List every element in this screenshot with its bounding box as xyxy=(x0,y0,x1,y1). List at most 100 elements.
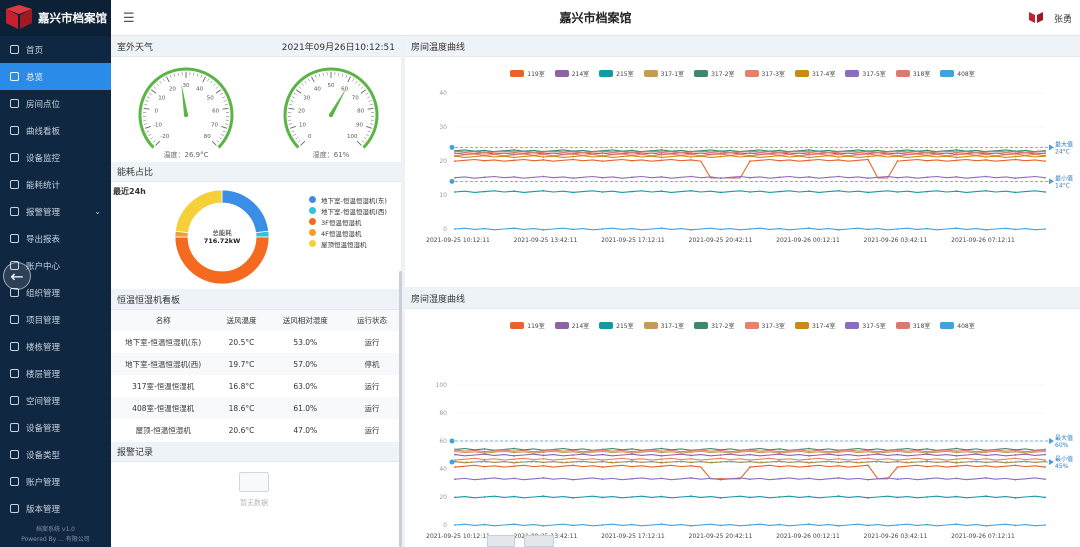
sidebar-item-0[interactable]: 首页 xyxy=(0,36,111,63)
series-point xyxy=(483,523,486,526)
sidebar-item-4[interactable]: 设备监控 xyxy=(0,144,111,171)
chart-legend-item[interactable]: 215室 xyxy=(599,69,634,78)
series-point xyxy=(513,465,515,468)
chart-legend-item[interactable]: 317-3室 xyxy=(744,321,785,330)
series-point xyxy=(454,152,456,155)
series-point xyxy=(572,457,574,460)
chart-legend-item[interactable]: 317-5室 xyxy=(845,321,886,330)
chart-legend-item[interactable]: 318室 xyxy=(895,69,930,78)
series-point xyxy=(808,465,810,468)
sidebar-item-13[interactable]: 空间管理 xyxy=(0,387,111,414)
sidebar-item-label: 组织管理 xyxy=(26,288,61,299)
y-tick-label: 30 xyxy=(439,124,447,131)
chart-legend-item[interactable]: 214室 xyxy=(554,69,589,78)
series-point xyxy=(572,464,574,467)
energy-legend-item[interactable]: 4F恒温恒湿机 xyxy=(309,227,387,238)
series-point xyxy=(837,153,840,156)
series-point xyxy=(660,151,663,154)
energy-legend-item[interactable]: 地下室-恒温恒湿机(西) xyxy=(309,205,387,216)
board-cell: 53.0% xyxy=(267,331,343,353)
series-point xyxy=(867,478,869,481)
chart-legend-item[interactable]: 317-2室 xyxy=(694,321,735,330)
gauge-hub xyxy=(183,112,189,118)
pager-next-button[interactable] xyxy=(524,535,554,547)
series-point xyxy=(660,227,663,230)
series-point xyxy=(454,155,456,158)
sidebar-item-10[interactable]: 项目管理 xyxy=(0,306,111,333)
series-point xyxy=(601,150,604,153)
energy-period: 最近24h xyxy=(113,187,146,196)
gauge-tick xyxy=(301,83,304,87)
chart-legend-item[interactable]: 317-4室 xyxy=(794,69,835,78)
chart-legend-item[interactable]: 317-3室 xyxy=(744,69,785,78)
series-point xyxy=(601,176,604,179)
chart-legend-item[interactable]: 215室 xyxy=(599,321,634,330)
left-scrollbar[interactable] xyxy=(399,271,402,547)
series-point xyxy=(601,466,604,468)
legend-swatch-icon xyxy=(554,322,569,329)
series-point xyxy=(1044,496,1046,499)
sidebar-item-17[interactable]: 版本管理 xyxy=(0,495,111,522)
chart-legend-item[interactable]: 317-4室 xyxy=(794,321,835,330)
table-row[interactable]: 地下室-恒温恒湿机(西) 19.7°C 57.0% 停机 xyxy=(111,353,401,375)
sidebar-item-5[interactable]: 能耗统计 xyxy=(0,171,111,198)
empty-box-icon xyxy=(239,472,269,492)
table-row[interactable]: 屋顶-恒温恒湿机 20.6°C 47.0% 运行 xyxy=(111,419,401,441)
series-point xyxy=(483,190,486,193)
series-point xyxy=(690,175,692,178)
series-point xyxy=(542,457,545,460)
series-point xyxy=(719,478,722,481)
table-row[interactable]: 地下室-恒温恒湿机(东) 20.5°C 53.0% 运行 xyxy=(111,331,401,353)
gauge-tick xyxy=(289,104,293,106)
series-point xyxy=(1044,176,1046,179)
gauge-tick-label: 60 xyxy=(341,86,348,92)
chart-legend-item[interactable]: 408室 xyxy=(940,69,975,78)
chart-legend-item[interactable]: 119室 xyxy=(510,321,545,330)
chart-legend-item[interactable]: 317-1室 xyxy=(643,69,684,78)
gauge-tick xyxy=(356,140,362,146)
sidebar-item-3[interactable]: 曲线看板 xyxy=(0,117,111,144)
back-arrow-icon[interactable]: ← xyxy=(3,262,31,290)
sidebar-item-1[interactable]: 总览 xyxy=(0,63,111,90)
chart-legend-item[interactable]: 119室 xyxy=(510,69,545,78)
series-point xyxy=(1044,478,1046,481)
series-point xyxy=(690,454,692,457)
series-point xyxy=(955,159,958,162)
sidebar-item-12[interactable]: 楼层管理 xyxy=(0,360,111,387)
sidebar-item-14[interactable]: 设备管理 xyxy=(0,414,111,441)
sidebar-item-11[interactable]: 楼栋管理 xyxy=(0,333,111,360)
chevron-down-icon: ⌄ xyxy=(94,207,101,216)
chart-legend-item[interactable]: 317-5室 xyxy=(845,69,886,78)
chart-legend-item[interactable]: 408室 xyxy=(940,321,975,330)
series-point xyxy=(660,149,663,151)
sidebar-item-15[interactable]: 设备类型 xyxy=(0,441,111,468)
chart-legend-item[interactable]: 317-1室 xyxy=(643,321,684,330)
energy-legend-item[interactable]: 地下室-恒温恒湿机(东) xyxy=(309,194,387,205)
pager-prev-button[interactable] xyxy=(487,535,515,547)
sidebar-item-7[interactable]: 导出报表 xyxy=(0,225,111,252)
temp-chart-header: 房间温度曲线 xyxy=(405,37,1080,57)
sidebar-item-6[interactable]: 报警管理 ⌄ xyxy=(0,198,111,225)
series-point xyxy=(572,478,574,481)
series-point xyxy=(955,227,958,230)
sidebar-item-label: 设备管理 xyxy=(26,423,61,434)
series-point xyxy=(808,458,810,461)
table-row[interactable]: 317室-恒温恒湿机 16.8°C 63.0% 运行 xyxy=(111,375,401,397)
table-row[interactable]: 408室-恒温恒湿机 18.6°C 61.0% 运行 xyxy=(111,397,401,419)
menu-item-icon xyxy=(10,342,19,351)
series-point xyxy=(985,449,987,452)
sidebar-item-2[interactable]: 房间点位 xyxy=(0,90,111,117)
series-point xyxy=(513,447,515,450)
chart-legend-item[interactable]: 318室 xyxy=(895,321,930,330)
legend-swatch-icon xyxy=(845,70,860,77)
chart-legend-item[interactable]: 317-2室 xyxy=(694,69,735,78)
series-point xyxy=(867,524,869,527)
sidebar-item-16[interactable]: 账户管理 xyxy=(0,468,111,495)
series-point xyxy=(867,454,869,456)
energy-legend-item[interactable]: 屋顶恒温恒湿机 xyxy=(309,238,387,249)
user-name[interactable]: 张勇 xyxy=(1054,12,1072,25)
energy-legend-item[interactable]: 3F恒温恒湿机 xyxy=(309,216,387,227)
chart-legend-item[interactable]: 214室 xyxy=(554,321,589,330)
board-panel: 恒温恒湿机看板 名称 送风温度 送风相对湿度 运行状态 地下室-恒温恒湿机(东) 20.… xyxy=(111,290,401,442)
series-point xyxy=(985,464,987,467)
